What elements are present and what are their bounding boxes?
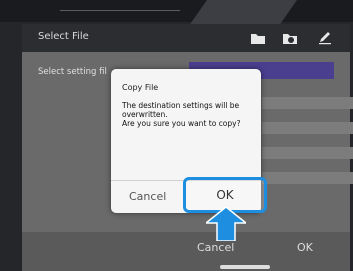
screen: Select File Select setting fil Cancel OK… xyxy=(0,0,353,271)
dialog-ok-button[interactable]: OK xyxy=(186,188,264,202)
list-item[interactable] xyxy=(262,172,353,184)
pointer-arrow-icon xyxy=(206,207,246,241)
folder-sync-icon[interactable] xyxy=(282,30,298,44)
footer-cancel-button[interactable]: Cancel xyxy=(197,241,234,254)
dialog-message: The destination settings will be overwri… xyxy=(122,101,241,128)
list-item[interactable] xyxy=(262,122,353,134)
folder-icon[interactable] xyxy=(250,30,266,44)
page-title: Select File xyxy=(38,31,89,42)
status-strip xyxy=(0,0,353,30)
divider xyxy=(60,10,180,11)
list-item[interactable] xyxy=(262,97,353,109)
footer-ok-button[interactable]: OK xyxy=(297,241,313,254)
home-indicator xyxy=(220,265,270,269)
footer-bar: Cancel OK xyxy=(22,232,350,271)
dialog-title: Copy File xyxy=(122,83,159,92)
dialog-cancel-button[interactable]: Cancel xyxy=(129,190,166,203)
title-bar: Select File xyxy=(22,24,350,52)
list-item[interactable] xyxy=(262,147,353,159)
setting-label: Select setting fil xyxy=(38,67,107,77)
edit-icon[interactable] xyxy=(317,30,333,45)
